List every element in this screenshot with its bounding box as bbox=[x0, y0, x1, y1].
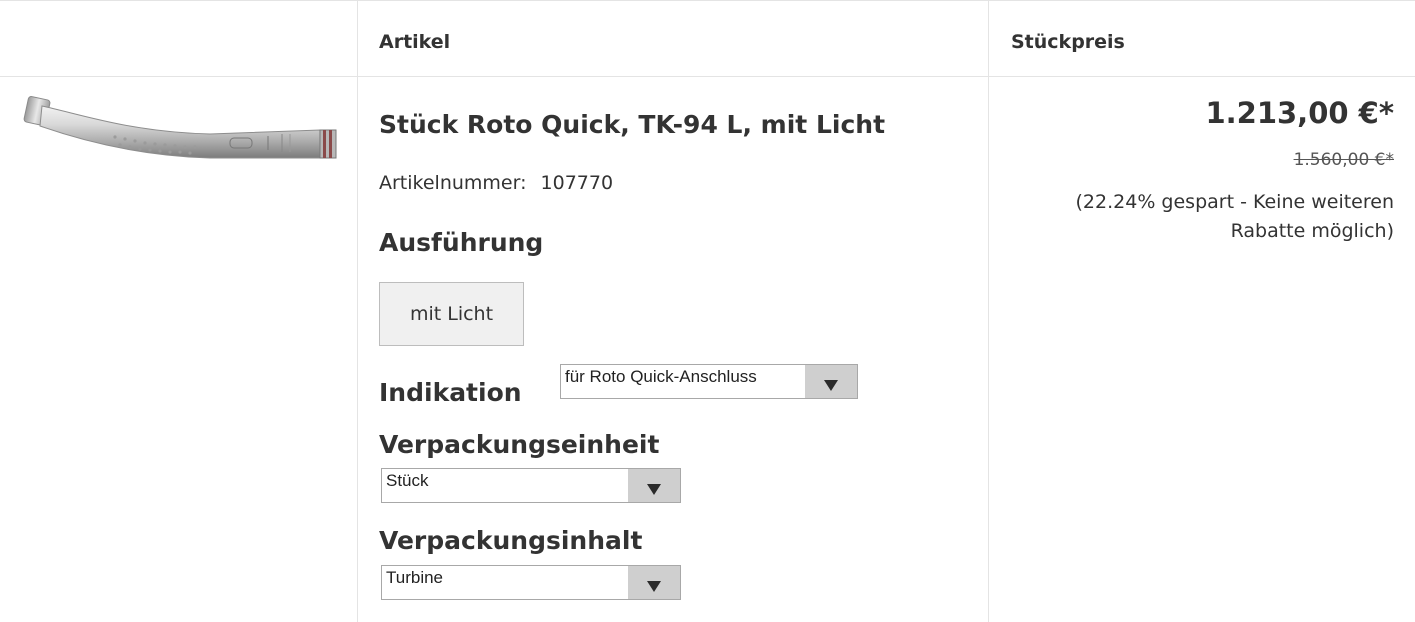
variant-section-label: Ausführung bbox=[379, 228, 544, 257]
dental-turbine-handpiece-icon bbox=[23, 96, 337, 159]
article-number-row: Artikelnummer: 107770 bbox=[379, 172, 613, 194]
product-image[interactable] bbox=[20, 92, 342, 162]
current-price: 1.213,00 €* bbox=[1205, 96, 1394, 130]
packaging-unit-select-value: Stück bbox=[386, 471, 429, 490]
column-divider-right bbox=[988, 0, 989, 622]
article-number-label: Artikelnummer: bbox=[379, 172, 527, 194]
chevron-down-icon bbox=[628, 469, 680, 502]
header-unit-price: Stückpreis bbox=[1011, 31, 1125, 53]
indication-label: Indikation bbox=[379, 378, 522, 407]
header-divider bbox=[0, 76, 1415, 77]
chevron-down-icon bbox=[805, 365, 857, 398]
savings-note: (22.24% gespart - Keine weiteren Rabatte… bbox=[1075, 191, 1394, 242]
original-price: 1.560,00 €* bbox=[1293, 150, 1394, 170]
cart-table: Artikel Stückpreis Stück Roto Quick, TK-… bbox=[0, 0, 1415, 622]
column-divider-left bbox=[357, 0, 358, 622]
article-number-value: 107770 bbox=[540, 172, 614, 194]
indication-select-value: für Roto Quick-Anschluss bbox=[565, 367, 757, 386]
indication-select[interactable]: für Roto Quick-Anschluss bbox=[560, 364, 858, 399]
packaging-content-select-value: Turbine bbox=[386, 568, 444, 587]
packaging-unit-label: Verpackungseinheit bbox=[379, 430, 660, 459]
table-top-border bbox=[0, 0, 1415, 1]
packaging-content-select[interactable]: Turbine bbox=[381, 565, 681, 600]
header-article: Artikel bbox=[379, 31, 451, 53]
product-title[interactable]: Stück Roto Quick, TK-94 L, mit Licht bbox=[379, 110, 885, 139]
chevron-down-icon bbox=[628, 566, 680, 599]
packaging-unit-select[interactable]: Stück bbox=[381, 468, 681, 503]
packaging-content-label: Verpackungsinhalt bbox=[379, 526, 643, 555]
variant-option-button[interactable]: mit Licht bbox=[379, 282, 524, 346]
